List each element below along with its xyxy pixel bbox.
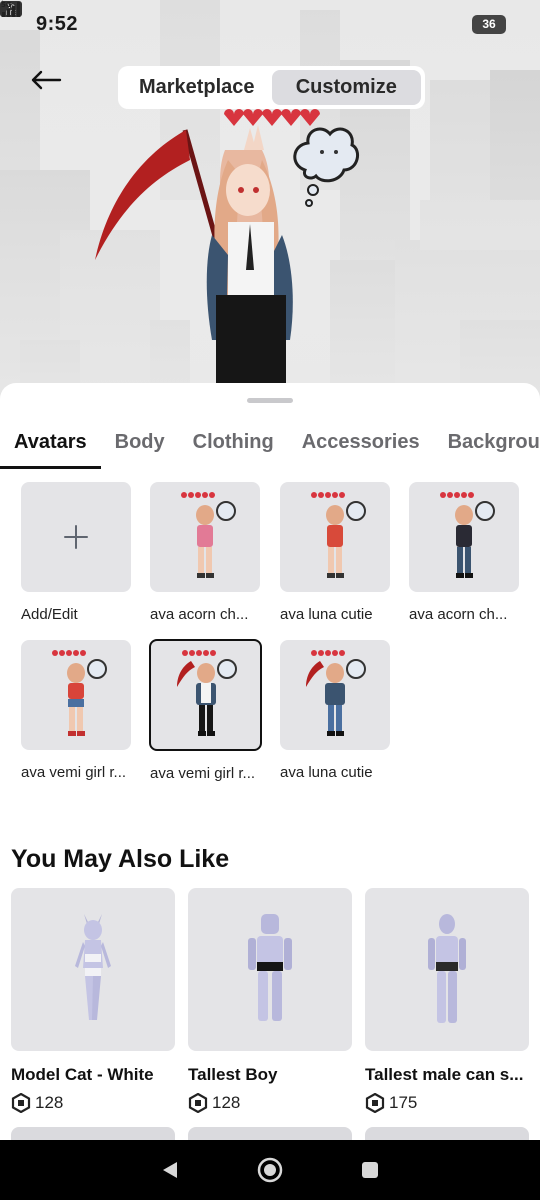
recommendation-card[interactable]: Tallest male can s... 175: [365, 888, 529, 1113]
tab-customize[interactable]: Customize: [271, 70, 421, 105]
avatar-figure-icon: [181, 492, 236, 578]
recommendation-name: Model Cat - White: [11, 1065, 154, 1084]
add-edit-tile-bg: [21, 482, 131, 592]
avatar-thumbnail: [409, 482, 519, 592]
avatar-figure-icon: [306, 650, 366, 736]
avatar-figure-icon: [311, 492, 366, 578]
circle-home-icon: [257, 1157, 283, 1183]
avatar-tile[interactable]: ava acorn ch...: [409, 482, 521, 623]
avatar-tile[interactable]: ava luna cutie: [280, 482, 392, 623]
nav-recents-button[interactable]: [348, 1148, 392, 1192]
avatar-tile[interactable]: ava vemi girl r...: [21, 640, 133, 781]
tab-avatars[interactable]: Avatars: [0, 423, 101, 469]
robux-icon: [188, 1093, 208, 1113]
avatar-name: ava vemi girl r...: [150, 765, 256, 782]
add-edit-avatar-tile[interactable]: Add/Edit: [21, 482, 133, 623]
recommendation-thumbnail: [11, 888, 175, 1051]
mode-segmented-control: Marketplace Customize: [118, 66, 425, 109]
nav-home-button[interactable]: [248, 1148, 292, 1192]
status-bar: 9:52 Vo LTE 5G 36: [0, 0, 540, 48]
recommendation-price: 128: [188, 1093, 352, 1113]
avatar-figure-icon: [52, 650, 107, 736]
avatar-preview-scene[interactable]: 9:52 Vo LTE 5G 36 Marketplace Customize: [0, 0, 540, 400]
avatar-scene-illustration: [0, 0, 540, 400]
tab-customize-label: Customize: [295, 76, 397, 98]
avatar-tile[interactable]: ava luna cutie: [280, 640, 392, 781]
recommendation-price: 128: [11, 1093, 175, 1113]
svg-text:5G: 5G: [1, 1, 12, 9]
recommendation-thumbnail: [188, 888, 352, 1051]
avatar-thumbnail: [150, 482, 260, 592]
recommendation-card-partial[interactable]: [365, 1127, 529, 1140]
recommendation-card-partial[interactable]: [11, 1127, 175, 1140]
back-button[interactable]: [30, 70, 80, 110]
customize-sheet: Avatars Body Clothing Accessories Backgr…: [0, 383, 540, 1140]
avatar-thumbnail: [149, 639, 262, 751]
square-recents-icon: [362, 1162, 378, 1178]
plus-icon: [64, 525, 88, 549]
robux-icon: [11, 1093, 31, 1113]
tab-accessories[interactable]: Accessories: [288, 423, 434, 469]
category-tabs: Avatars Body Clothing Accessories Backgr…: [0, 423, 540, 469]
avatar-name: Add/Edit: [21, 606, 78, 623]
tall-male-figure-icon: [428, 913, 466, 1023]
section-title-recommendations: You May Also Like: [11, 845, 230, 873]
status-time: 9:52: [36, 12, 79, 35]
recommendation-price-value: 128: [212, 1093, 241, 1112]
avatar-tile-selected[interactable]: ava vemi girl r...: [149, 639, 262, 782]
avatar-name: ava luna cutie: [280, 606, 373, 623]
recommendation-card[interactable]: Tallest Boy 128: [188, 888, 352, 1113]
recommendation-price: 175: [365, 1093, 529, 1113]
tab-background[interactable]: Backgrou: [434, 423, 540, 469]
tab-body[interactable]: Body: [101, 423, 179, 469]
cat-model-figure-icon: [75, 913, 111, 1020]
arrow-left-icon: [31, 70, 62, 90]
tab-marketplace[interactable]: Marketplace: [122, 70, 272, 105]
tab-avatars-label: Avatars: [14, 431, 87, 453]
recommendation-name: Tallest Boy: [188, 1065, 278, 1084]
battery-indicator: 36: [472, 14, 506, 34]
avatar-name: ava acorn ch...: [150, 606, 249, 623]
avatar-thumbnail: [280, 640, 390, 750]
recommendation-card-partial[interactable]: [188, 1127, 352, 1140]
tab-body-label: Body: [114, 431, 165, 453]
recommendation-thumbnail: [365, 888, 529, 1051]
recommendation-name: Tallest male can s...: [365, 1065, 524, 1084]
recommendation-card[interactable]: Model Cat - White 128: [11, 888, 175, 1113]
avatar-tile[interactable]: ava acorn ch...: [150, 482, 262, 623]
avatar-thumbnail: [280, 482, 390, 592]
avatar-thumbnail: [21, 640, 131, 750]
tab-clothing[interactable]: Clothing: [179, 423, 288, 469]
system-navigation-bar: [0, 1140, 540, 1200]
robux-icon: [365, 1093, 385, 1113]
tab-background-label: Backgrou: [447, 431, 540, 453]
nav-back-button[interactable]: [148, 1148, 192, 1192]
recommendation-price-value: 175: [389, 1093, 418, 1112]
triangle-back-icon: [163, 1162, 177, 1178]
recommendation-price-value: 128: [35, 1093, 64, 1112]
sheet-drag-handle[interactable]: [247, 398, 293, 403]
tab-accessories-label: Accessories: [301, 431, 420, 453]
avatar-figure-icon: [440, 492, 495, 578]
tall-boy-figure-icon: [248, 913, 292, 1021]
avatar-name: ava acorn ch...: [409, 606, 508, 623]
tab-marketplace-label: Marketplace: [138, 76, 255, 98]
avatar-name: ava vemi girl r...: [21, 764, 127, 781]
tab-clothing-label: Clothing: [192, 431, 274, 453]
avatar-name: ava luna cutie: [280, 764, 373, 781]
avatar-figure-icon: [176, 650, 237, 736]
